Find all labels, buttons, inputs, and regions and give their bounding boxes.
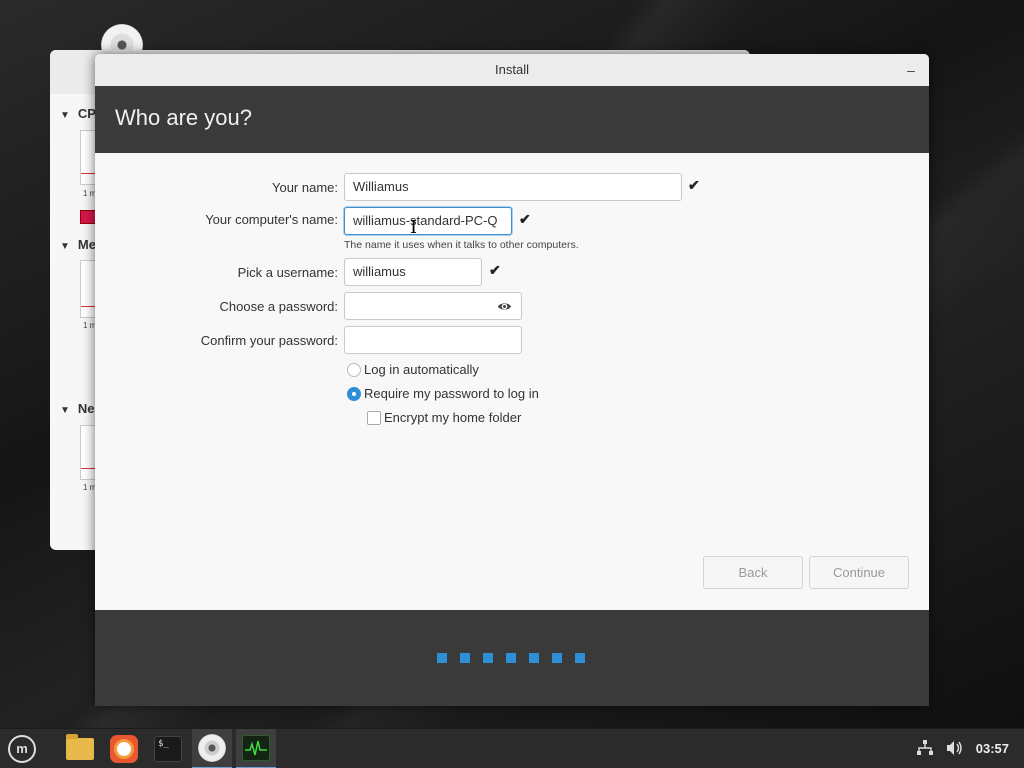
installer-disc-icon [198, 734, 226, 762]
auto-login-label[interactable]: Log in automatically [364, 362, 479, 377]
cpu-section-header[interactable]: ▼ CP [60, 106, 96, 121]
computer-name-valid-check-icon: ✔ [519, 211, 531, 227]
files-icon [66, 734, 94, 760]
menu-button[interactable]: m [2, 729, 42, 768]
page-header: Who are you? [95, 86, 929, 153]
minimize-button[interactable]: – [901, 54, 921, 86]
taskbar-firefox[interactable] [104, 729, 144, 768]
cpu-color-swatch[interactable] [80, 210, 96, 224]
network-section-header[interactable]: ▼ Ne [60, 401, 95, 416]
expander-icon: ▼ [60, 241, 70, 252]
terminal-icon: $_ [154, 736, 182, 762]
network-icon[interactable] [916, 740, 934, 760]
expander-icon: ▼ [60, 110, 70, 121]
progress-footer [95, 610, 929, 706]
expander-icon: ▼ [60, 405, 70, 416]
username-valid-check-icon: ✔ [489, 262, 501, 278]
clock[interactable]: 03:57 [976, 741, 1009, 756]
encrypt-home-label[interactable]: Encrypt my home folder [384, 410, 521, 425]
name-valid-check-icon: ✔ [688, 177, 700, 193]
cpu-graph [80, 130, 96, 185]
installer-window: Install – Who are you? Your name: Willia… [95, 54, 929, 706]
confirm-password-field[interactable] [344, 326, 522, 354]
show-password-eye-icon[interactable] [497, 299, 512, 314]
encrypt-home-checkbox[interactable] [367, 411, 381, 425]
text-cursor-icon: I [410, 217, 418, 238]
username-field[interactable]: williamus [344, 258, 482, 286]
page-title: Who are you? [115, 105, 252, 130]
computer-name-label: Your computer's name: [205, 212, 338, 227]
taskbar: m $_ 03:57 [0, 728, 1024, 768]
progress-step [552, 653, 562, 663]
auto-login-radio[interactable] [347, 363, 361, 377]
progress-indicator [437, 653, 585, 663]
name-field[interactable]: Williamus [344, 173, 682, 201]
taskbar-files[interactable] [60, 729, 100, 768]
window-title: Install [495, 62, 529, 77]
progress-step [437, 653, 447, 663]
password-label: Choose a password: [219, 299, 338, 314]
form-area: Your name: Williamus ✔ Your computer's n… [95, 153, 929, 610]
password-field[interactable] [344, 292, 522, 320]
progress-step [506, 653, 516, 663]
taskbar-system-monitor[interactable] [236, 729, 276, 768]
taskbar-installer[interactable] [192, 729, 232, 768]
progress-step [483, 653, 493, 663]
memory-section-header[interactable]: ▼ Me [60, 237, 96, 252]
network-graph [80, 425, 96, 480]
volume-icon[interactable] [946, 740, 964, 760]
continue-button[interactable]: Continue [809, 556, 909, 589]
memory-graph [80, 260, 96, 318]
progress-step [575, 653, 585, 663]
username-label: Pick a username: [237, 265, 338, 280]
menu-icon: m [8, 735, 36, 763]
back-button[interactable]: Back [703, 556, 803, 589]
progress-step [460, 653, 470, 663]
system-monitor-icon [242, 735, 270, 761]
firefox-icon [110, 735, 138, 763]
confirm-password-label: Confirm your password: [200, 333, 338, 348]
computer-name-hint: The name it uses when it talks to other … [344, 239, 579, 251]
window-titlebar[interactable]: Install – [95, 54, 929, 86]
name-label: Your name: [271, 180, 338, 195]
progress-step [529, 653, 539, 663]
taskbar-terminal[interactable]: $_ [148, 729, 188, 768]
computer-name-field[interactable]: williamus-standard-PC-Q [344, 207, 512, 235]
require-password-radio[interactable] [347, 387, 361, 401]
require-password-label[interactable]: Require my password to log in [364, 386, 539, 401]
